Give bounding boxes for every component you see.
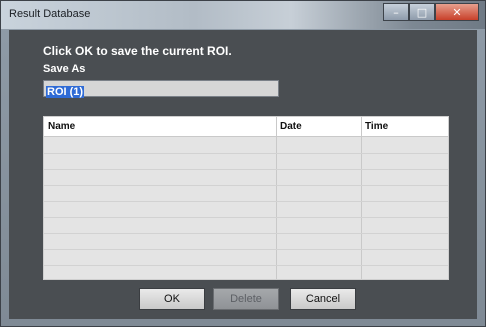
dialog-body: Click OK to save the current ROI. Save A… (9, 30, 477, 319)
row-divider (44, 169, 448, 170)
save-as-label: Save As (43, 63, 86, 75)
maximize-button[interactable]: □ (409, 3, 435, 21)
row-divider (44, 233, 448, 234)
table-header: Name Date Time (44, 117, 448, 137)
row-divider (44, 201, 448, 202)
window-controls: – □ ✕ (383, 3, 479, 21)
column-divider (276, 117, 277, 279)
row-divider (44, 265, 448, 266)
dialog-window: Result Database – □ ✕ Click OK to save t… (0, 0, 486, 327)
delete-button[interactable]: Delete (213, 288, 279, 310)
row-divider (44, 249, 448, 250)
save-as-input[interactable]: ROI (1) (43, 80, 279, 98)
instruction-text: Click OK to save the current ROI. (43, 44, 232, 58)
ok-button[interactable]: OK (139, 288, 205, 310)
column-header-time[interactable]: Time (365, 121, 388, 132)
row-divider (44, 217, 448, 218)
window-title: Result Database (9, 8, 91, 20)
row-divider (44, 185, 448, 186)
results-table[interactable]: Name Date Time (43, 116, 449, 280)
column-divider (361, 117, 362, 279)
title-bar[interactable]: Result Database – □ ✕ (1, 1, 485, 29)
save-as-input-value: ROI (1) (46, 86, 85, 98)
column-header-name[interactable]: Name (48, 121, 75, 132)
row-divider (44, 153, 448, 154)
cancel-button[interactable]: Cancel (290, 288, 356, 310)
minimize-button[interactable]: – (383, 3, 409, 21)
column-header-date[interactable]: Date (280, 121, 302, 132)
close-button[interactable]: ✕ (435, 3, 479, 21)
